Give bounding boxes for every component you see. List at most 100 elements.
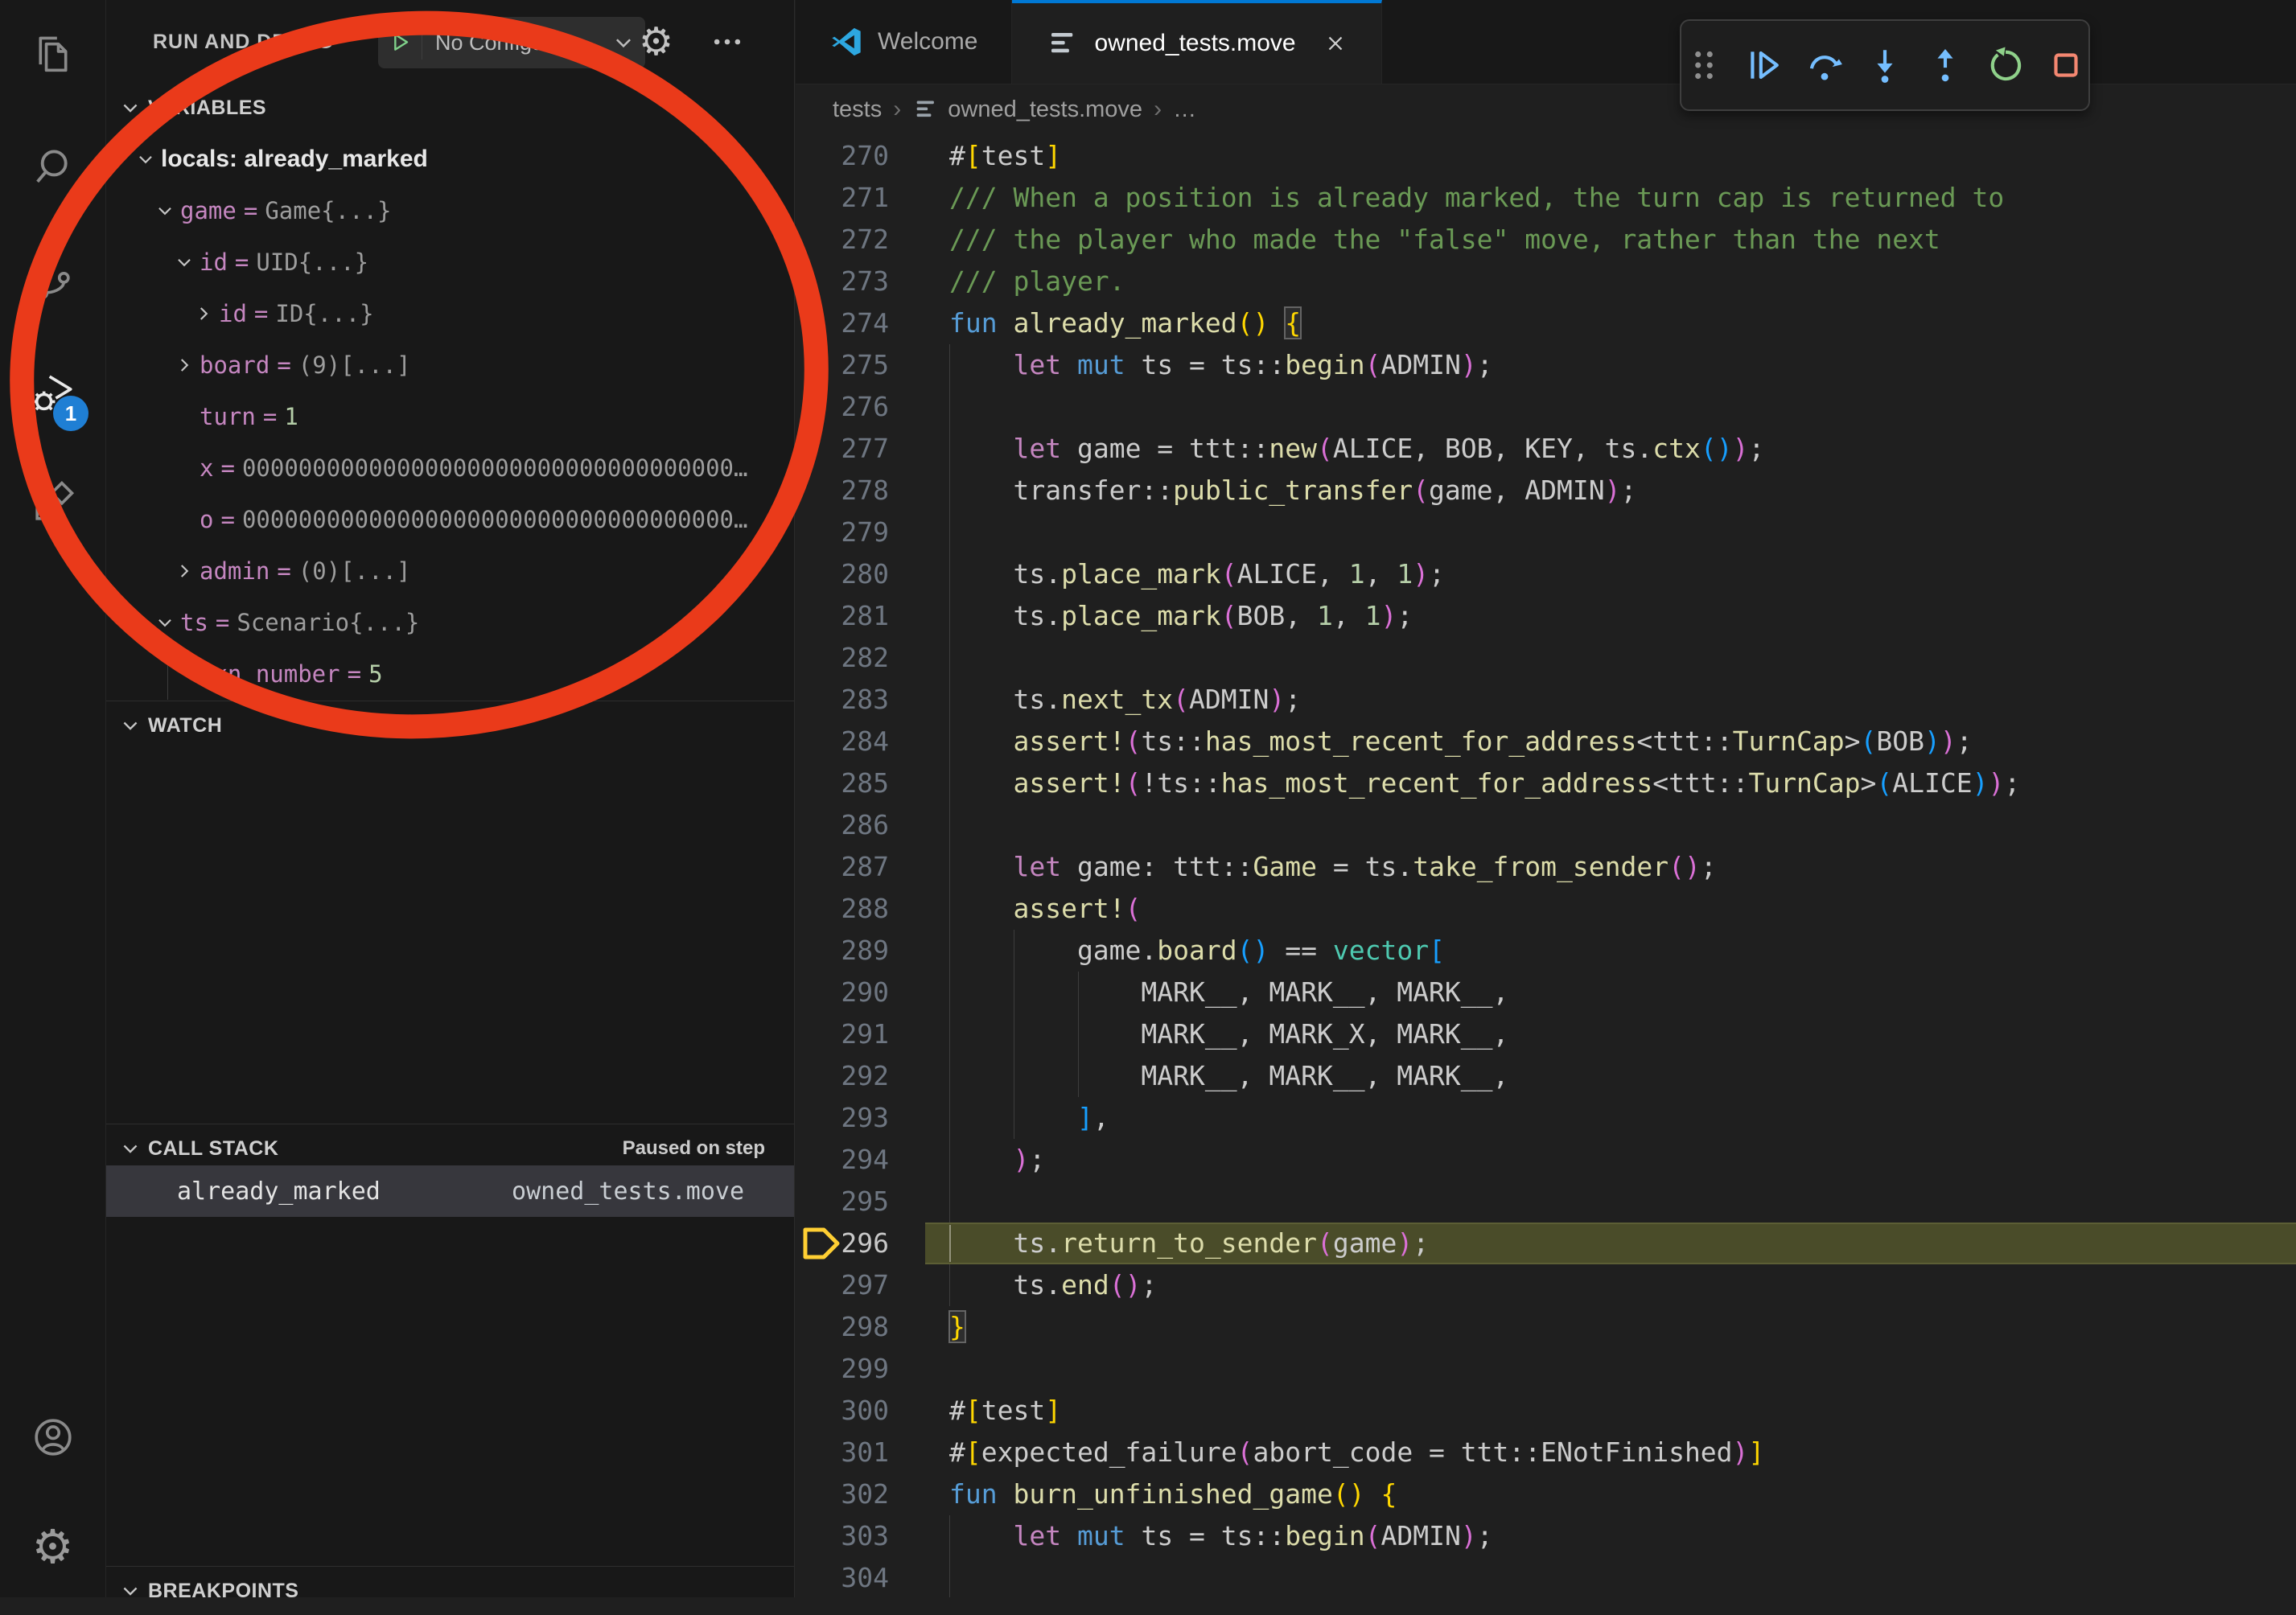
more-actions-button[interactable]: [710, 0, 745, 84]
variable-name: admin: [200, 557, 270, 585]
chevron-down-icon[interactable]: [150, 200, 180, 221]
variable-row[interactable]: id=ID{...}: [106, 288, 794, 339]
code-line[interactable]: 280 ts.place_mark(ALICE, 1, 1);: [796, 553, 2296, 595]
code-line[interactable]: 295: [796, 1181, 2296, 1223]
code-line[interactable]: 286: [796, 804, 2296, 846]
code-line[interactable]: 296 ts.return_to_sender(game);: [796, 1223, 2296, 1264]
restart-button[interactable]: [1985, 45, 2026, 85]
code-line[interactable]: 291 MARK__, MARK_X, MARK__,: [796, 1013, 2296, 1055]
start-debug-icon[interactable]: [378, 30, 414, 55]
tab-welcome[interactable]: Welcome: [796, 0, 1012, 84]
variable-name: txn_number: [200, 660, 340, 688]
code-line[interactable]: 302fun burn_unfinished_game() {: [796, 1473, 2296, 1515]
variable-row[interactable]: board=(9)[...]: [106, 339, 794, 391]
code-line[interactable]: 297 ts.end();: [796, 1264, 2296, 1306]
variable-row[interactable]: admin=(0)[...]: [106, 545, 794, 597]
variable-row[interactable]: id=UID{...}: [106, 236, 794, 288]
line-number: 296: [817, 1223, 889, 1264]
step-out-button[interactable]: [1925, 45, 1965, 85]
code-line[interactable]: 304: [796, 1557, 2296, 1599]
code-line[interactable]: 292 MARK__, MARK__, MARK__,: [796, 1055, 2296, 1097]
tab-owned-tests-move[interactable]: owned_tests.move: [1012, 0, 1381, 84]
breakpoints-section-header[interactable]: BREAKPOINTS: [106, 1567, 794, 1615]
drag-grip-icon[interactable]: [1684, 45, 1724, 85]
code-text: ts.return_to_sender(game);: [949, 1223, 1429, 1264]
code-line[interactable]: 285 assert!(!ts::has_most_recent_for_add…: [796, 762, 2296, 804]
file-lines-icon: [1046, 27, 1080, 60]
variable-row[interactable]: game=Game{...}: [106, 185, 794, 236]
call-stack-frame-selected[interactable]: already_markedowned_tests.move: [106, 1165, 794, 1217]
equals-sign: =: [216, 609, 229, 636]
variable-row[interactable]: ts=Scenario{...}: [106, 597, 794, 648]
breadcrumb-item[interactable]: …: [1173, 97, 1196, 123]
close-icon[interactable]: [1323, 31, 1348, 55]
frame-file-name: owned_tests.move: [512, 1177, 744, 1206]
code-text: ],: [949, 1097, 1109, 1139]
continue-button[interactable]: [1744, 45, 1784, 85]
chevron-right-icon[interactable]: [169, 561, 200, 581]
activity-settings[interactable]: ⚙: [0, 1502, 105, 1591]
code-line[interactable]: 279: [796, 512, 2296, 553]
variable-value: ID{...}: [275, 300, 794, 327]
chevron-right-icon[interactable]: [169, 355, 200, 376]
code-line[interactable]: 284 assert!(ts::has_most_recent_for_addr…: [796, 721, 2296, 762]
activity-source-control[interactable]: [0, 236, 105, 325]
code-line[interactable]: 277 let game = ttt::new(ALICE, BOB, KEY,…: [796, 428, 2296, 470]
chevron-down-icon[interactable]: [150, 612, 180, 633]
chevron-down-icon[interactable]: [130, 149, 161, 170]
activity-run-and-debug[interactable]: 1: [0, 349, 105, 438]
code-text: }: [949, 1306, 965, 1348]
variables-scope-row[interactable]: locals: already_marked: [106, 134, 794, 185]
code-line[interactable]: 287 let game: ttt::Game = ts.take_from_s…: [796, 846, 2296, 888]
code-line[interactable]: 293 ],: [796, 1097, 2296, 1139]
code-line[interactable]: 283 ts.next_tx(ADMIN);: [796, 679, 2296, 721]
chevron-down-icon[interactable]: [169, 252, 200, 273]
code-line[interactable]: 278 transfer::public_transfer(game, ADMI…: [796, 470, 2296, 512]
debug-config-dropdown[interactable]: No Configur: [378, 17, 645, 68]
code-line[interactable]: 289 game.board() == vector[: [796, 930, 2296, 972]
activity-extensions[interactable]: [0, 458, 105, 547]
chevron-right-icon[interactable]: [188, 303, 219, 324]
variable-row[interactable]: o=00000000000000000000000000000000000000…: [106, 494, 794, 545]
code-line[interactable]: 271/// When a position is already marked…: [796, 177, 2296, 219]
step-into-button[interactable]: [1865, 45, 1905, 85]
step-over-button[interactable]: [1804, 45, 1845, 85]
code-line[interactable]: 290 MARK__, MARK__, MARK__,: [796, 972, 2296, 1013]
activity-accounts[interactable]: [0, 1393, 105, 1481]
breadcrumb-item[interactable]: owned_tests.move: [912, 96, 1142, 123]
debug-settings-gear-button[interactable]: ⚙: [639, 0, 673, 84]
activity-explorer[interactable]: [0, 10, 105, 99]
code-area[interactable]: 270#[test]271/// When a position is alre…: [796, 135, 2296, 1597]
code-text: ts.place_mark(BOB, 1, 1);: [949, 595, 1413, 637]
equals-sign: =: [348, 660, 361, 688]
code-line[interactable]: 276: [796, 386, 2296, 428]
code-text: MARK__, MARK_X, MARK__,: [949, 1013, 1508, 1055]
activity-search[interactable]: [0, 124, 105, 212]
variable-row[interactable]: txn_number =5: [106, 648, 794, 700]
breadcrumb-item[interactable]: tests: [833, 97, 882, 123]
code-line[interactable]: 272/// the player who made the "false" m…: [796, 219, 2296, 261]
stop-button[interactable]: [2046, 45, 2086, 85]
code-line[interactable]: 275 let mut ts = ts::begin(ADMIN);: [796, 344, 2296, 386]
code-line[interactable]: 300#[test]: [796, 1390, 2296, 1432]
variable-value: 5: [368, 660, 418, 688]
code-line[interactable]: 301#[expected_failure(abort_code = ttt::…: [796, 1432, 2296, 1473]
code-line[interactable]: 299: [796, 1348, 2296, 1390]
code-line[interactable]: 303 let mut ts = ts::begin(ADMIN);: [796, 1515, 2296, 1557]
code-line[interactable]: 294 );: [796, 1139, 2296, 1181]
code-line[interactable]: 288 assert!(: [796, 888, 2296, 930]
line-number: 285: [817, 762, 889, 804]
code-line[interactable]: 273/// player.: [796, 261, 2296, 302]
variable-row[interactable]: turn=1: [106, 391, 794, 442]
code-line[interactable]: 282: [796, 637, 2296, 679]
code-line[interactable]: 298}: [796, 1306, 2296, 1348]
watch-section-header[interactable]: WATCH: [106, 701, 794, 750]
variable-row[interactable]: x=00000000000000000000000000000000000000…: [106, 442, 794, 494]
equals-sign: =: [220, 506, 234, 533]
variables-section-header[interactable]: VARIABLES: [106, 84, 794, 132]
code-line[interactable]: 281 ts.place_mark(BOB, 1, 1);: [796, 595, 2296, 637]
code-line[interactable]: 274fun already_marked() {: [796, 302, 2296, 344]
line-number: 302: [817, 1473, 889, 1515]
code-line[interactable]: 270#[test]: [796, 135, 2296, 177]
breadcrumb-label: tests: [833, 97, 882, 123]
